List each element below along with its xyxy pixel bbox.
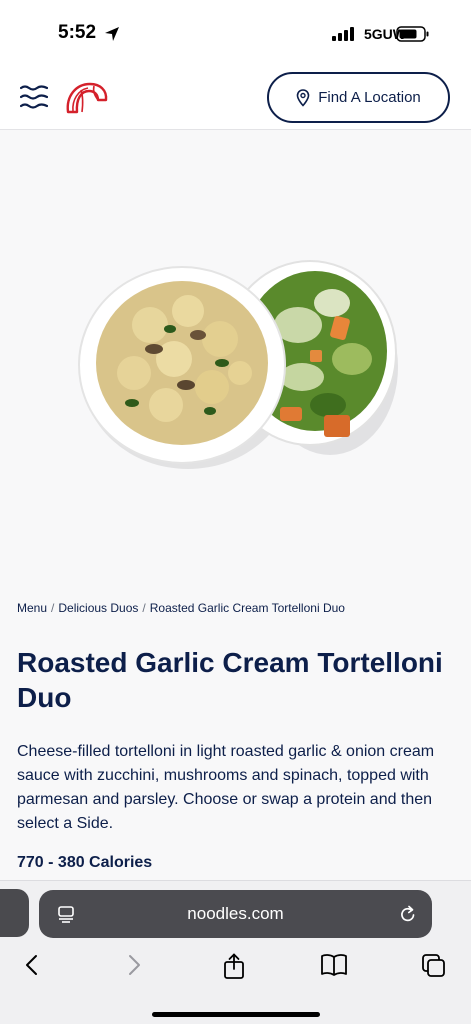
product-description: Cheese-filled tortelloni in light roaste… — [17, 743, 435, 832]
find-location-label: Find A Location — [318, 89, 421, 106]
previous-tab-preview[interactable] — [0, 889, 29, 937]
browser-toolbar: noodles.com — [0, 880, 471, 1024]
battery-icon — [396, 26, 429, 42]
menu-wave-icon[interactable] — [20, 84, 48, 110]
back-icon[interactable] — [22, 953, 42, 977]
breadcrumb-current: Roasted Garlic Cream Tortelloni Duo — [149, 601, 345, 615]
bookmarks-icon[interactable] — [320, 953, 348, 977]
forward-icon[interactable] — [124, 953, 144, 977]
home-indicator — [152, 1012, 320, 1017]
product-hero-image — [0, 131, 471, 581]
product-title: Roasted Garlic Cream Tortelloni Duo — [17, 647, 443, 713]
breadcrumb-separator: / — [51, 601, 55, 615]
reload-icon[interactable] — [399, 904, 417, 924]
url-text: noodles.com — [187, 904, 284, 923]
breadcrumb-separator: / — [142, 601, 146, 615]
map-pin-icon — [296, 88, 310, 107]
calorie-range: 770 - 380 Calories — [17, 854, 153, 871]
breadcrumb-link-delicious-duos[interactable]: Delicious Duos — [58, 601, 138, 615]
location-arrow-icon — [105, 27, 119, 41]
share-icon[interactable] — [222, 953, 246, 979]
site-header: Find A Location — [0, 68, 471, 130]
find-location-button[interactable]: Find A Location — [267, 72, 450, 123]
status-time: 5:52 — [58, 22, 97, 43]
noodles-logo-icon[interactable] — [64, 78, 110, 118]
breadcrumb-link-menu[interactable]: Menu — [17, 601, 47, 615]
tabs-icon[interactable] — [421, 953, 447, 979]
breadcrumb: Menu / Delicious Duos / Roasted Garlic Cream… — [17, 601, 345, 615]
dish-illustration — [78, 260, 398, 469]
cellular-signal-icon — [332, 27, 354, 41]
status-bar: 5:52 5GUW — [0, 0, 471, 68]
address-bar[interactable]: noodles.com — [39, 890, 432, 938]
